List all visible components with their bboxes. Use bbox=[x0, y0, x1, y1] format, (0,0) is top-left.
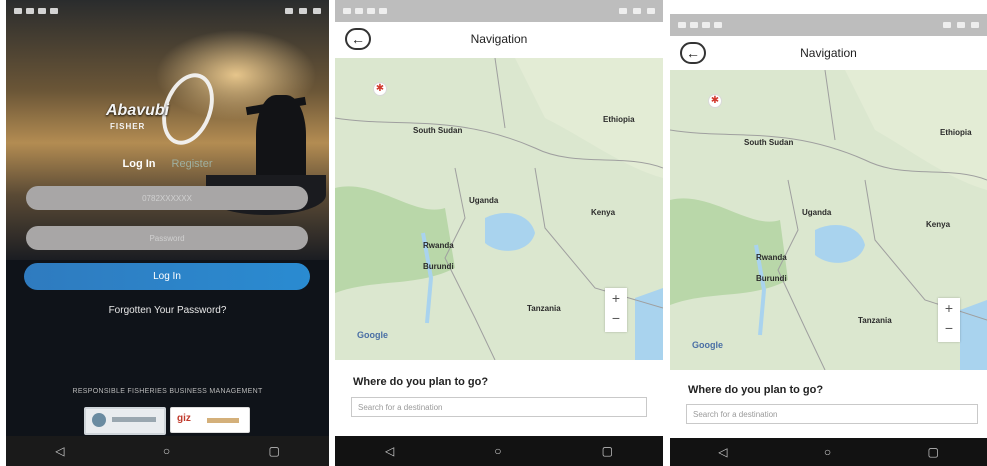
sponsor-logo-swoosh bbox=[207, 418, 239, 423]
page-title: Navigation bbox=[800, 46, 857, 60]
status-bar bbox=[670, 14, 987, 36]
destination-question: Where do you plan to go? bbox=[688, 384, 824, 396]
zoom-control: + − bbox=[938, 298, 960, 342]
map-label-uganda: Uganda bbox=[802, 208, 832, 217]
map-label-uganda: Uganda bbox=[469, 196, 499, 205]
wifi-icon bbox=[943, 22, 951, 28]
map-label-burundi: Burundi bbox=[423, 262, 454, 271]
wifi-icon bbox=[619, 8, 627, 14]
zoom-out-button[interactable]: − bbox=[938, 320, 960, 336]
notification-icon bbox=[50, 8, 58, 14]
android-navigation-bar: ◁ ○ ▢ bbox=[670, 438, 987, 466]
map-label-south-sudan: South Sudan bbox=[413, 126, 463, 135]
notification-icon bbox=[714, 22, 722, 28]
map-label-tanzania: Tanzania bbox=[527, 304, 561, 313]
home-nav-icon[interactable]: ○ bbox=[494, 444, 501, 458]
app-bar: ← Navigation bbox=[670, 36, 987, 74]
notification-icon bbox=[678, 22, 686, 28]
home-nav-icon[interactable]: ○ bbox=[824, 445, 831, 459]
destination-search-input[interactable]: Search for a destination bbox=[351, 397, 647, 417]
map-label-ethiopia: Ethiopia bbox=[603, 115, 635, 124]
recents-nav-icon[interactable]: ▢ bbox=[602, 444, 613, 458]
back-nav-icon[interactable]: ◁ bbox=[718, 445, 727, 459]
ocean-graphic bbox=[960, 300, 987, 370]
signal-icon bbox=[299, 8, 307, 14]
android-navigation-bar: ◁ ○ ▢ bbox=[6, 436, 329, 466]
notification-icon bbox=[343, 8, 351, 14]
map-label-burundi: Burundi bbox=[756, 274, 787, 283]
notification-icon bbox=[379, 8, 387, 14]
signal-icon bbox=[633, 8, 641, 14]
logo-sub-text: FISHER bbox=[110, 122, 146, 131]
notification-icon bbox=[38, 8, 46, 14]
notification-icon bbox=[355, 8, 363, 14]
google-logo: Google bbox=[357, 330, 388, 340]
sponsor-logo-giz: giz bbox=[170, 407, 250, 433]
map-view[interactable]: ✱ South Sudan Ethiopia Uganda Kenya Rwan… bbox=[335, 58, 663, 360]
notification-icon bbox=[14, 8, 22, 14]
tab-login[interactable]: Log In bbox=[123, 158, 156, 170]
password-input[interactable]: Password bbox=[26, 226, 308, 250]
zoom-in-button[interactable]: + bbox=[938, 300, 960, 316]
map-label-south-sudan: South Sudan bbox=[744, 138, 794, 147]
login-button[interactable]: Log In bbox=[24, 263, 310, 290]
map-view[interactable]: ✱ South Sudan Ethiopia Uganda Kenya Rwan… bbox=[670, 70, 987, 370]
giz-logo-text: giz bbox=[177, 413, 191, 424]
location-pin-icon[interactable]: ✱ bbox=[373, 82, 387, 96]
notification-icon bbox=[702, 22, 710, 28]
map-label-tanzania: Tanzania bbox=[858, 316, 892, 325]
battery-icon bbox=[647, 8, 655, 14]
map-label-ethiopia: Ethiopia bbox=[940, 128, 972, 137]
forgot-password-link[interactable]: Forgotten Your Password? bbox=[6, 305, 329, 316]
tab-register[interactable]: Register bbox=[172, 158, 213, 170]
logo-brand-text: Abavubi bbox=[106, 102, 170, 119]
signal-icon bbox=[957, 22, 965, 28]
tagline: RESPONSIBLE FISHERIES BUSINESS MANAGEMEN… bbox=[72, 388, 263, 395]
android-navigation-bar: ◁ ○ ▢ bbox=[335, 436, 663, 466]
navigation-screen-a: ← Navigation ✱ South Sudan Ethiopia Ugan… bbox=[335, 0, 663, 466]
recents-nav-icon[interactable]: ▢ bbox=[927, 445, 938, 459]
login-screen: Abavubi FISHER Log In Register 0782XXXXX… bbox=[6, 0, 329, 466]
notification-icon bbox=[367, 8, 375, 14]
map-label-kenya: Kenya bbox=[591, 208, 616, 217]
sponsor-logo-ministry bbox=[84, 407, 166, 435]
map-label-kenya: Kenya bbox=[926, 220, 951, 229]
auth-tabs: Log In Register bbox=[6, 158, 329, 170]
wifi-icon bbox=[285, 8, 293, 14]
zoom-control: + − bbox=[605, 288, 627, 332]
back-nav-icon[interactable]: ◁ bbox=[385, 444, 394, 458]
back-nav-icon[interactable]: ◁ bbox=[55, 444, 64, 458]
page-title: Navigation bbox=[470, 32, 528, 46]
status-bar bbox=[6, 0, 329, 22]
sponsor-logo-text-graphic bbox=[112, 417, 156, 422]
destination-search-input[interactable]: Search for a destination bbox=[686, 404, 978, 424]
navigation-screen-b: ← Navigation ✱ South Sudan Ethiopia Ugan… bbox=[670, 14, 987, 466]
map-label-rwanda: Rwanda bbox=[756, 253, 787, 262]
app-bar: ← Navigation bbox=[335, 22, 663, 60]
ocean-graphic bbox=[635, 288, 663, 360]
home-nav-icon[interactable]: ○ bbox=[163, 444, 170, 458]
destination-question: Where do you plan to go? bbox=[353, 376, 489, 388]
zoom-out-button[interactable]: − bbox=[605, 310, 627, 326]
status-bar bbox=[335, 0, 663, 22]
map-label-rwanda: Rwanda bbox=[423, 241, 454, 250]
notification-icon bbox=[26, 8, 34, 14]
zoom-in-button[interactable]: + bbox=[605, 290, 627, 306]
app-logo: Abavubi FISHER bbox=[106, 66, 226, 152]
notification-icon bbox=[690, 22, 698, 28]
recents-nav-icon[interactable]: ▢ bbox=[268, 444, 279, 458]
phone-input[interactable]: 0782XXXXXX bbox=[26, 186, 308, 210]
coat-of-arms-icon bbox=[92, 413, 106, 427]
google-logo: Google bbox=[692, 340, 723, 350]
battery-icon bbox=[313, 8, 321, 14]
location-pin-icon[interactable]: ✱ bbox=[708, 94, 722, 108]
battery-icon bbox=[971, 22, 979, 28]
